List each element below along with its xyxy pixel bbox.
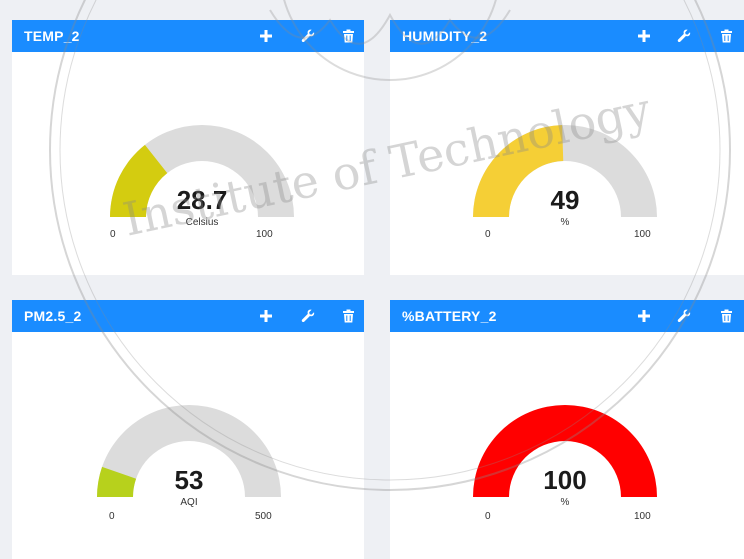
gauge-max-label: 100 bbox=[634, 229, 651, 240]
plus-icon bbox=[638, 310, 650, 322]
gauge-max-label: 100 bbox=[634, 511, 651, 522]
gauge-value: 49 bbox=[550, 185, 580, 215]
settings-button[interactable] bbox=[674, 306, 694, 326]
trash-icon bbox=[342, 309, 354, 323]
gauge-unit: AQI bbox=[180, 497, 198, 508]
widget-panel-humidity: HUMIDITY_2 49 % 0 100 bbox=[390, 20, 744, 275]
gauge-value: 100 bbox=[543, 465, 587, 495]
settings-button[interactable] bbox=[674, 26, 694, 46]
wrench-icon bbox=[301, 309, 315, 323]
gauge-min-label: 0 bbox=[485, 229, 491, 240]
panel-header: PM2.5_2 bbox=[12, 300, 364, 332]
gauge-max-label: 100 bbox=[256, 229, 273, 240]
panel-header: TEMP_2 bbox=[12, 20, 364, 52]
delete-button[interactable] bbox=[338, 26, 358, 46]
trash-icon bbox=[720, 309, 732, 323]
gauge-unit: % bbox=[560, 497, 570, 508]
gauge-min-label: 0 bbox=[485, 511, 491, 522]
gauge-min-label: 0 bbox=[110, 229, 116, 240]
gauge-max-label: 500 bbox=[255, 511, 272, 522]
widget-panel-battery: %BATTERY_2 100 % 0 100 bbox=[390, 300, 744, 559]
gauge-unit: % bbox=[560, 217, 570, 228]
settings-button[interactable] bbox=[298, 26, 318, 46]
delete-button[interactable] bbox=[716, 306, 736, 326]
panel-title: TEMP_2 bbox=[24, 28, 80, 44]
wrench-icon bbox=[677, 29, 691, 43]
panel-header: HUMIDITY_2 bbox=[390, 20, 744, 52]
panel-title: PM2.5_2 bbox=[24, 308, 82, 324]
delete-button[interactable] bbox=[716, 26, 736, 46]
plus-icon bbox=[260, 310, 272, 322]
panel-title: HUMIDITY_2 bbox=[402, 28, 488, 44]
trash-icon bbox=[342, 29, 354, 43]
add-button[interactable] bbox=[634, 306, 654, 326]
plus-icon bbox=[260, 30, 272, 42]
panel-title: %BATTERY_2 bbox=[402, 308, 497, 324]
gauge-unit: Celsius bbox=[185, 217, 219, 228]
panel-header: %BATTERY_2 bbox=[390, 300, 744, 332]
add-button[interactable] bbox=[256, 306, 276, 326]
gauge-min-label: 0 bbox=[109, 511, 115, 522]
add-button[interactable] bbox=[256, 26, 276, 46]
trash-icon bbox=[720, 29, 732, 43]
wrench-icon bbox=[677, 309, 691, 323]
delete-button[interactable] bbox=[338, 306, 358, 326]
wrench-icon bbox=[301, 29, 315, 43]
gauge-value: 28.7 bbox=[176, 185, 228, 215]
plus-icon bbox=[638, 30, 650, 42]
gauge-value: 53 bbox=[174, 465, 204, 495]
settings-button[interactable] bbox=[298, 306, 318, 326]
add-button[interactable] bbox=[634, 26, 654, 46]
widget-panel-temp: TEMP_2 28.7 Celsius 0 100 bbox=[12, 20, 364, 275]
widget-panel-pm25: PM2.5_2 53 AQI 0 500 bbox=[12, 300, 364, 559]
